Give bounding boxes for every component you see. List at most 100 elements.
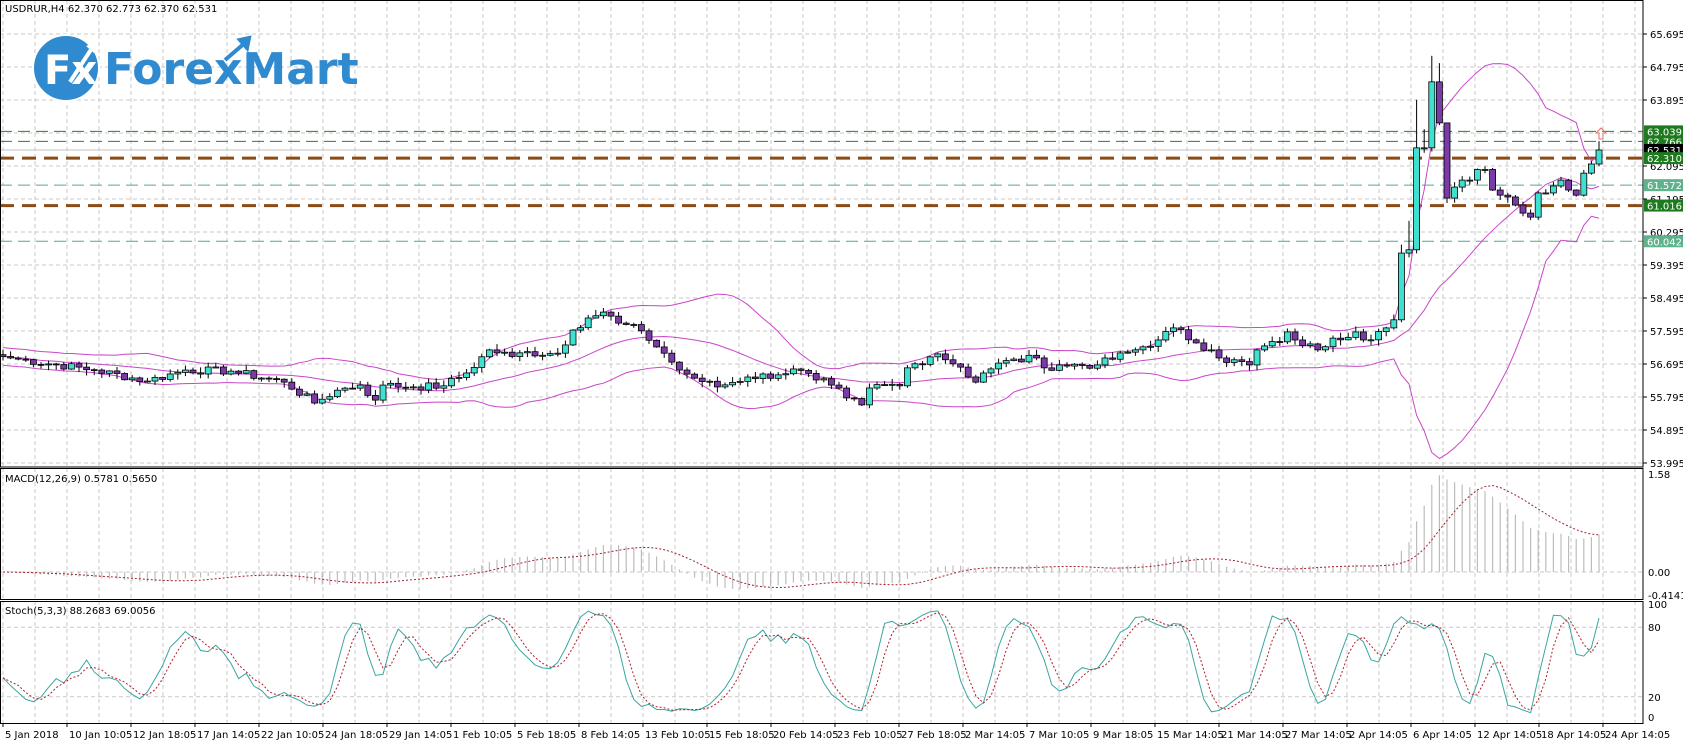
candle-body [409, 386, 417, 389]
candle-body [554, 352, 562, 355]
time-axis-label: 15 Mar 14:05 [1157, 730, 1224, 741]
candle-body [1109, 357, 1116, 360]
candle-body [676, 361, 683, 371]
candle-body [600, 311, 607, 317]
price-axis-label: 54.895 [1650, 426, 1683, 437]
price-axis-label: 53.995 [1650, 459, 1683, 470]
candle [1466, 176, 1474, 185]
candle-body [1276, 341, 1284, 343]
candle [1451, 182, 1458, 203]
candle-body [425, 382, 433, 391]
candle-body [1443, 122, 1451, 199]
stoch-axis-label: 0 [1648, 713, 1654, 724]
candle-body [1390, 319, 1398, 329]
candle [980, 370, 987, 383]
candle [1322, 345, 1329, 353]
candle [1238, 356, 1246, 367]
candle [1428, 55, 1436, 152]
candle-body [805, 370, 812, 374]
candle-body [311, 393, 319, 404]
candle [600, 308, 607, 319]
candle-body [790, 368, 797, 375]
candle-body [622, 322, 630, 325]
candle-body [843, 387, 850, 399]
candle-body [683, 369, 691, 375]
candle [1458, 176, 1466, 193]
candle-body [1322, 346, 1329, 351]
candle [1253, 348, 1261, 371]
candle-body [767, 373, 774, 379]
time-axis-label: 17 Jan 14:05 [197, 730, 260, 741]
candle [546, 350, 554, 357]
candle [121, 372, 128, 381]
candle [181, 365, 189, 377]
candle-body [1481, 169, 1489, 171]
candle [850, 397, 858, 402]
candle-body [273, 378, 281, 381]
candle [60, 361, 68, 371]
price-axis-label: 63.895 [1650, 96, 1683, 107]
forexmart-logo: Fx ForexMart [32, 34, 359, 102]
candle-body [1261, 345, 1268, 351]
candle-body [1367, 339, 1375, 342]
time-axis-label: 18 Apr 14:05 [1541, 730, 1606, 741]
candle-body [1002, 360, 1010, 364]
stoch-axis-label: 80 [1648, 623, 1661, 634]
candle [1230, 357, 1238, 367]
symbol-legend: USDRUR,H4 62.370 62.773 62.370 62.531 [5, 4, 217, 15]
candle-body [691, 373, 698, 379]
candle-body [98, 369, 106, 374]
candle-body [349, 387, 357, 390]
candle-body [516, 352, 524, 357]
candle [250, 369, 258, 381]
candle [45, 360, 52, 371]
candle [1132, 347, 1139, 356]
candle-body [911, 363, 919, 369]
candle [128, 375, 136, 383]
time-axis-label: 22 Jan 10:05 [261, 730, 324, 741]
candle-body [318, 398, 326, 404]
trading-chart[interactable]: 65.69564.79563.89562.09561.19560.29559.3… [0, 0, 1683, 744]
candle [7, 351, 14, 360]
candle [592, 309, 600, 319]
candle-body [1496, 189, 1504, 196]
candle-body [242, 370, 250, 374]
candle-body [812, 372, 820, 381]
candle-body [113, 370, 121, 374]
candle-body [828, 378, 835, 386]
candle [356, 380, 364, 392]
level-price-label: 61.016 [1647, 202, 1682, 213]
candle [14, 356, 22, 361]
candle-body [1458, 179, 1466, 188]
candle [676, 361, 683, 375]
candle-body [524, 351, 531, 354]
candle [1390, 314, 1398, 330]
candle-body [493, 349, 501, 354]
candle-body [265, 377, 273, 380]
candle [1595, 141, 1603, 167]
candle [106, 370, 113, 378]
candle-body [159, 377, 167, 380]
candle-body [37, 363, 45, 366]
horizontal-levels[interactable] [0, 130, 1643, 242]
candle [622, 321, 630, 326]
candle-body [782, 373, 790, 376]
candle-body [1162, 331, 1170, 341]
candle-body [379, 384, 387, 401]
candle [295, 386, 303, 398]
candle-body [1291, 331, 1299, 341]
candle [972, 374, 980, 384]
time-axis-label: 6 Apr 14:05 [1413, 730, 1472, 741]
candle-body [1185, 329, 1192, 341]
time-axis-label: 24 Apr 14:05 [1605, 730, 1670, 741]
candle-body [235, 370, 243, 374]
candle [280, 378, 288, 388]
candle [508, 348, 516, 359]
candle-body [394, 382, 402, 388]
time-axis-label: 5 Jan 2018 [5, 730, 59, 741]
candle-body [121, 373, 128, 381]
candle [630, 322, 638, 328]
candle-body [896, 383, 904, 387]
candle-body [212, 366, 220, 369]
candle [197, 367, 205, 379]
